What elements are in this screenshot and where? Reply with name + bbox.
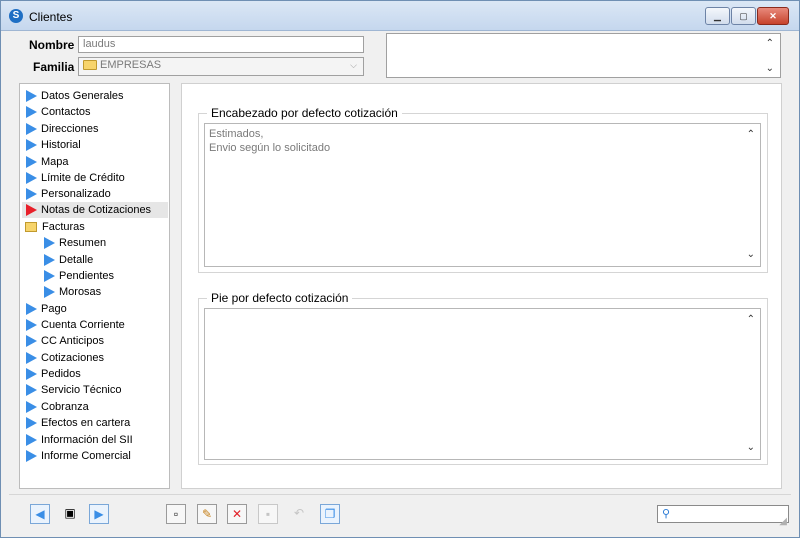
scroll-down-icon[interactable]: ⌄ (766, 63, 774, 74)
footer-notes-group: Pie por defecto cotización ⌃ ⌄ (198, 291, 768, 465)
copy-button[interactable]: ❐ (320, 504, 340, 524)
scroll-up-icon[interactable]: ⌃ (766, 38, 774, 49)
nav-item-efectos-cartera[interactable]: Efectos en cartera (22, 415, 168, 431)
triangle-right-icon (26, 106, 37, 119)
triangle-right-icon (26, 172, 37, 185)
folder-open-icon (25, 222, 37, 233)
nav-item-morosas[interactable]: Morosas (40, 284, 168, 300)
search-input[interactable]: ⚲ (657, 505, 789, 523)
triangle-right-icon (26, 90, 37, 103)
header-notes-group: Encabezado por defecto cotización Estima… (198, 106, 768, 273)
header-group-title: Encabezado por defecto cotización (207, 106, 402, 120)
nav-item-cotizaciones[interactable]: Cotizaciones (22, 350, 168, 366)
triangle-right-icon (44, 270, 55, 283)
nav-item-cuenta-corriente[interactable]: Cuenta Corriente (22, 317, 168, 333)
triangle-right-icon (26, 434, 37, 447)
triangle-right-icon (26, 139, 37, 152)
familia-label: Familia (33, 60, 75, 74)
triangle-right-icon (26, 319, 37, 332)
edit-pencil-button[interactable]: ✎ (197, 504, 217, 524)
maximize-button[interactable]: ▢ (731, 7, 756, 25)
app-logo-icon: S (9, 9, 23, 23)
delete-button[interactable]: ✕ (227, 504, 247, 524)
nav-item-pedidos[interactable]: Pedidos (22, 366, 168, 382)
nav-item-pendientes[interactable]: Pendientes (40, 268, 168, 284)
notes-content-panel: Encabezado por defecto cotización Estima… (181, 83, 782, 489)
nav-item-contactos[interactable]: Contactos (22, 104, 168, 120)
familia-value: EMPRESAS (100, 59, 162, 71)
triangle-right-icon (26, 204, 37, 217)
nav-item-cobranza[interactable]: Cobranza (22, 399, 168, 415)
nav-item-direcciones[interactable]: Direcciones (22, 121, 168, 137)
triangle-right-icon (26, 188, 37, 201)
triangle-right-icon (26, 352, 37, 365)
triangle-right-icon (44, 237, 55, 250)
nav-item-historial[interactable]: Historial (22, 137, 168, 153)
binoculars-search-button[interactable]: ▣ (60, 504, 80, 524)
triangle-right-icon (44, 286, 55, 299)
window-title: Clientes (29, 10, 73, 24)
nav-item-facturas[interactable]: Facturas (22, 219, 168, 235)
nombre-label: Nombre (29, 38, 75, 52)
clientes-window: S Clientes ▁ ▢ ✕ Nombre laudus Familia E… (0, 0, 800, 538)
nav-item-informacion-sii[interactable]: Información del SII (22, 432, 168, 448)
previous-record-button[interactable]: ◀ (30, 504, 50, 524)
nav-item-cc-anticipos[interactable]: CC Anticipos (22, 333, 168, 349)
nav-item-pago[interactable]: Pago (22, 301, 168, 317)
triangle-right-icon (26, 156, 37, 169)
header-text-line1: Estimados, (209, 128, 264, 140)
title-bar[interactable]: S Clientes ▁ ▢ ✕ (1, 1, 799, 31)
triangle-right-icon (26, 417, 37, 430)
familia-select[interactable]: EMPRESAS ⌵ (78, 57, 364, 76)
search-icon: ⚲ (662, 508, 671, 520)
triangle-right-icon (26, 401, 37, 414)
nav-item-notas-cotizaciones[interactable]: Notas de Cotizaciones (22, 202, 168, 218)
triangle-right-icon (26, 303, 37, 316)
nav-item-detalle[interactable]: Detalle (40, 252, 168, 268)
nombre-input[interactable]: laudus (78, 36, 364, 53)
nav-item-personalizado[interactable]: Personalizado (22, 186, 168, 202)
footer-notes-textarea[interactable]: ⌃ ⌄ (204, 308, 761, 460)
nav-item-informe-comercial[interactable]: Informe Comercial (22, 448, 168, 464)
scroll-down-icon[interactable]: ⌄ (747, 248, 755, 262)
nav-item-servicio-tecnico[interactable]: Servicio Técnico (22, 382, 168, 398)
triangle-right-icon (26, 450, 37, 463)
chevron-down-icon: ⌵ (350, 60, 357, 70)
nav-item-resumen[interactable]: Resumen (40, 235, 168, 251)
header-notes-textarea[interactable]: Estimados, Envio según lo solicitado ⌃ ⌄ (204, 123, 761, 267)
header-text-line2: Envio según lo solicitado (209, 142, 331, 154)
undo-button[interactable]: ↶ (289, 504, 309, 524)
resize-grip-icon[interactable]: ◢ (779, 516, 787, 527)
scroll-down-icon[interactable]: ⌄ (747, 441, 755, 455)
triangle-right-icon (26, 335, 37, 348)
nav-item-datos-generales[interactable]: Datos Generales (22, 88, 168, 104)
nav-item-limite-credito[interactable]: Límite de Crédito (22, 170, 168, 186)
close-button[interactable]: ✕ (757, 7, 789, 25)
notes-memo-top[interactable]: ⌃ ⌄ (386, 33, 781, 78)
triangle-right-icon (26, 384, 37, 397)
scroll-up-icon[interactable]: ⌃ (747, 128, 755, 142)
section-nav-panel: Datos Generales Contactos Direcciones Hi… (19, 83, 170, 489)
triangle-right-icon (44, 254, 55, 267)
scroll-up-icon[interactable]: ⌃ (747, 313, 755, 327)
footer-group-title: Pie por defecto cotización (207, 291, 353, 305)
folder-icon (83, 60, 97, 71)
save-button[interactable]: ▪ (258, 504, 278, 524)
nav-item-mapa[interactable]: Mapa (22, 154, 168, 170)
triangle-right-icon (26, 123, 37, 136)
next-record-button[interactable]: ▶ (89, 504, 109, 524)
bottom-toolbar: ◀ ▣ ▶ ▫ ✎ ✕ ▪ ↶ ❐ ⚲ ◢ (9, 494, 791, 530)
new-document-button[interactable]: ▫ (166, 504, 186, 524)
triangle-right-icon (26, 368, 37, 381)
minimize-button[interactable]: ▁ (705, 7, 730, 25)
